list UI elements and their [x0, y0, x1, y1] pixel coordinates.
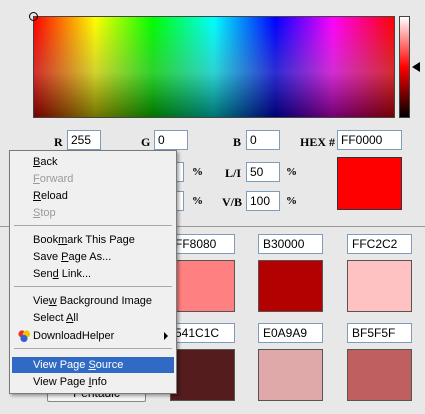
v-percent: %	[286, 195, 297, 207]
menu-item-label-rest: ource	[95, 359, 124, 371]
context-menu: Back Forward Reload Stop Bookmark This P…	[9, 150, 177, 394]
menu-item-label-prefix: Vie	[33, 295, 49, 307]
menu-item-accesskey: S	[88, 359, 96, 371]
menu-item-label-prefix: View Page	[33, 376, 89, 388]
menu-separator	[14, 348, 172, 349]
b-label: B	[233, 135, 242, 149]
l-label: L/I	[225, 166, 242, 180]
b-input[interactable]: 0	[246, 130, 280, 150]
menu-separator	[14, 286, 172, 287]
spectrum-cursor[interactable]	[29, 12, 38, 21]
swatch-hex[interactable]: FF8080	[170, 234, 235, 254]
swatch-hex[interactable]: B30000	[258, 234, 323, 254]
menu-item-label-rest: ack	[40, 156, 58, 168]
menu-item-label-prefix: Book	[33, 234, 59, 246]
menu-item-downloadhelper[interactable]: DownloadHelper	[12, 328, 174, 344]
hex-label: HEX #	[300, 135, 336, 149]
l-percent: %	[286, 166, 297, 178]
menu-item-label-rest: Link...	[58, 268, 92, 280]
menu-item-label-rest: nfo	[91, 376, 107, 388]
color-preview	[337, 157, 402, 210]
hue-saturation-spectrum[interactable]	[33, 16, 395, 118]
menu-item-accesskey: F	[33, 173, 40, 185]
menu-item-label-rest: eload	[40, 190, 68, 202]
menu-item-view-background-image[interactable]: View Background Image	[12, 293, 174, 309]
menu-item-label-prefix: Save	[33, 251, 62, 263]
v-label: V/B	[222, 195, 243, 209]
menu-item-label-rest: ark This Page	[67, 234, 135, 246]
menu-item-label-rest: orward	[39, 173, 74, 185]
l-input[interactable]: 50	[246, 162, 280, 182]
menu-item-accesskey: w	[48, 295, 57, 307]
r-label: R	[54, 135, 63, 149]
menu-item-view-page-info[interactable]: View Page Info	[12, 374, 174, 390]
h-percent: %	[192, 166, 203, 178]
menu-item-label-prefix: Sen	[33, 268, 53, 280]
menu-separator	[14, 225, 172, 226]
lightness-slider-arrow-icon[interactable]	[412, 62, 420, 72]
hex-input[interactable]: FF0000	[337, 130, 402, 150]
menu-item-send-link[interactable]: Send Link...	[12, 266, 174, 282]
lightness-slider[interactable]	[399, 16, 410, 118]
swatch-hex[interactable]: E0A9A9	[258, 323, 323, 343]
menu-item-back[interactable]: Back	[12, 154, 174, 170]
r-input[interactable]: 255	[67, 130, 101, 150]
menu-item-stop: Stop	[12, 205, 174, 221]
menu-item-label-rest: top	[40, 207, 56, 219]
menu-item-label-prefix: Select	[33, 312, 67, 324]
menu-item-accesskey: R	[33, 190, 41, 202]
swatch[interactable]	[258, 349, 323, 401]
downloadhelper-icon	[18, 330, 31, 343]
v-input[interactable]: 100	[246, 191, 280, 211]
swatch-hex[interactable]: FFC2C2	[347, 234, 412, 254]
menu-item-accesskey: m	[58, 234, 68, 246]
swatch[interactable]	[258, 260, 323, 312]
swatch[interactable]	[170, 260, 235, 312]
menu-item-label-rest: ll	[73, 312, 79, 324]
menu-item-reload[interactable]: Reload	[12, 188, 174, 204]
menu-item-label-prefix: View Page	[33, 359, 89, 371]
g-label: G	[141, 135, 151, 149]
menu-item-select-all[interactable]: Select All	[12, 310, 174, 326]
menu-item-label: DownloadHelper	[33, 330, 115, 342]
swatch-hex[interactable]: 541C1C	[170, 323, 235, 343]
submenu-arrow-icon	[164, 332, 168, 340]
menu-item-save-page-as[interactable]: Save Page As...	[12, 249, 174, 265]
menu-item-label-rest: age As...	[68, 251, 112, 263]
menu-item-view-page-source[interactable]: View Page Source	[12, 357, 174, 373]
menu-item-bookmark-page[interactable]: Bookmark This Page	[12, 232, 174, 248]
swatch[interactable]	[170, 349, 235, 401]
swatch[interactable]	[347, 260, 412, 312]
swatch[interactable]	[347, 349, 412, 401]
swatch-hex[interactable]: BF5F5F	[347, 323, 412, 343]
menu-item-forward: Forward	[12, 171, 174, 187]
s-percent: %	[192, 195, 203, 207]
g-input[interactable]: 0	[154, 130, 188, 150]
menu-item-label-rest: Background Image	[56, 295, 153, 307]
